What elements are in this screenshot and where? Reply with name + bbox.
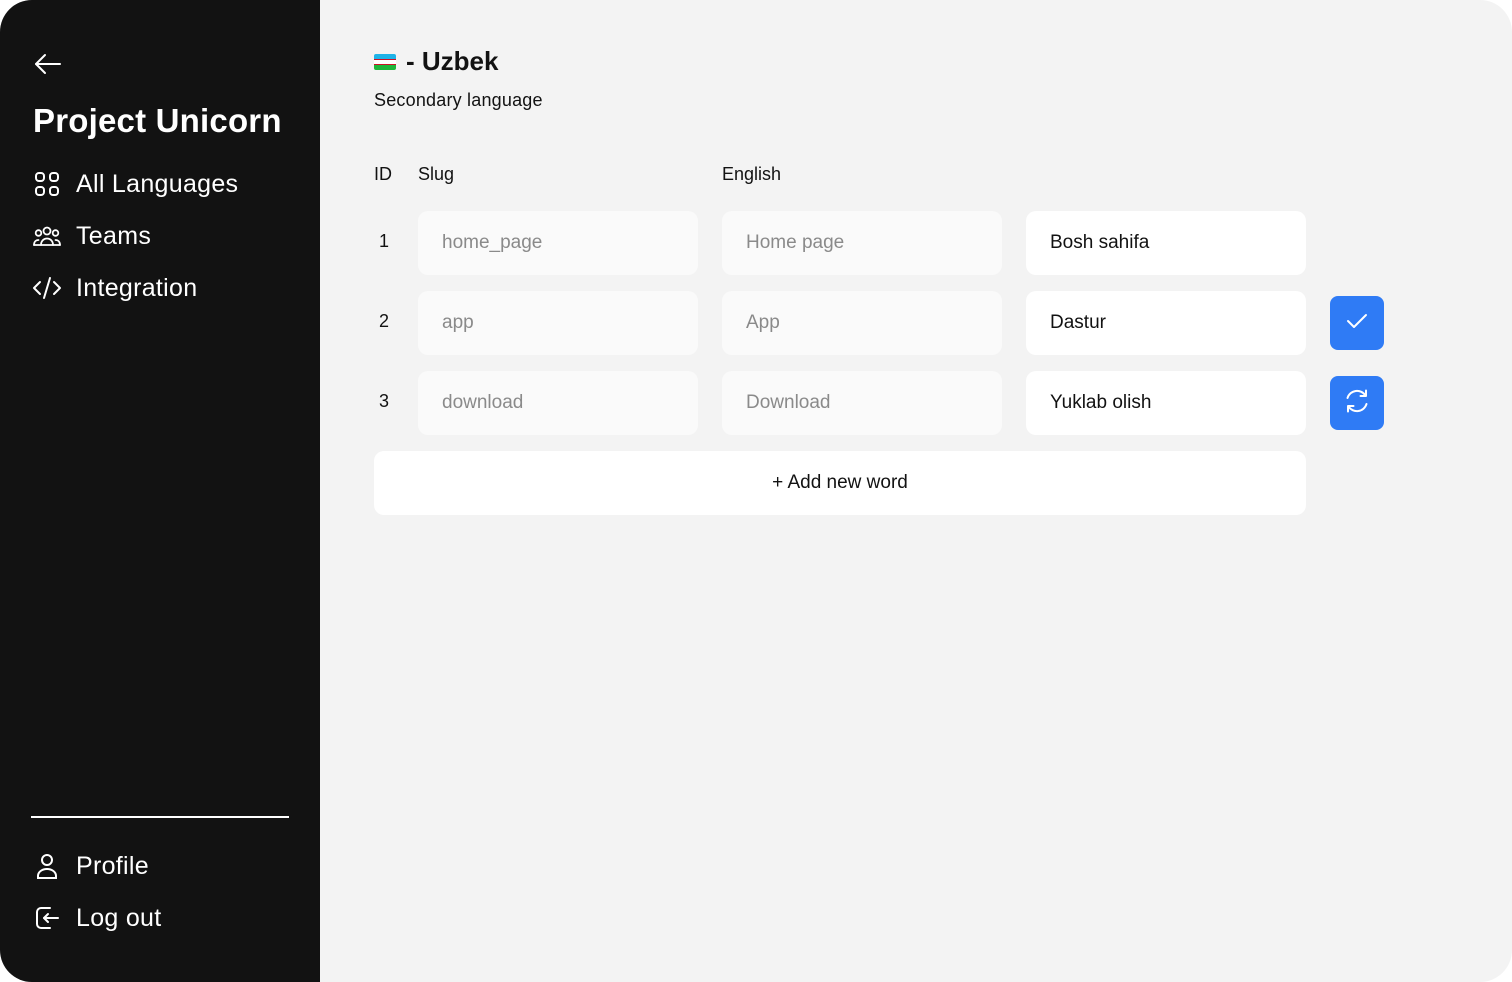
language-subtitle: Secondary language <box>374 90 543 110</box>
back-arrow-icon[interactable] <box>32 48 64 80</box>
column-header-english: English <box>722 164 782 184</box>
sidebar-item-label: Integration <box>76 273 198 302</box>
check-icon <box>1344 308 1370 339</box>
slug-field[interactable]: home_page <box>418 211 698 275</box>
sidebar-item-integration[interactable]: Integration <box>32 268 197 308</box>
uzbekistan-flag-icon <box>374 53 396 70</box>
grid-icon <box>32 169 62 199</box>
translation-input[interactable]: Dastur <box>1026 291 1306 355</box>
language-header: - Uzbek <box>374 46 498 77</box>
sidebar-item-label: Teams <box>76 221 152 250</box>
slug-field[interactable]: app <box>418 291 698 355</box>
main-content: - Uzbek Secondary language ID Slug Engli… <box>320 0 1512 982</box>
row-id: 3 <box>378 391 389 411</box>
row-id: 1 <box>378 231 389 251</box>
users-icon <box>32 221 62 251</box>
sidebar-item-label: Profile <box>76 851 149 880</box>
user-icon <box>32 851 62 881</box>
slug-field[interactable]: download <box>418 371 698 435</box>
sidebar-item-logout[interactable]: Log out <box>32 898 162 938</box>
column-header-slug: Slug <box>418 164 455 184</box>
translation-input[interactable]: Bosh sahifa <box>1026 211 1306 275</box>
sidebar-item-label: Log out <box>76 903 162 932</box>
english-field[interactable]: App <box>722 291 1002 355</box>
save-button[interactable] <box>1330 296 1384 350</box>
logout-icon <box>32 903 62 933</box>
sidebar-divider <box>31 816 289 818</box>
project-title: Project Unicorn <box>33 102 282 139</box>
column-header-id: ID <box>374 164 392 184</box>
sidebar-item-profile[interactable]: Profile <box>32 846 149 886</box>
sidebar-item-all-languages[interactable]: All Languages <box>32 164 238 204</box>
row-id: 2 <box>378 311 389 331</box>
translation-input[interactable]: Yuklab olish <box>1026 371 1306 435</box>
page-title: - Uzbek <box>406 46 499 76</box>
code-icon <box>32 273 62 303</box>
add-new-word-button[interactable]: + Add new word <box>374 451 1306 515</box>
refresh-button[interactable] <box>1330 376 1384 430</box>
english-field[interactable]: Download <box>722 371 1002 435</box>
english-field[interactable]: Home page <box>722 211 1002 275</box>
refresh-icon <box>1343 387 1371 420</box>
app-window: Project Unicorn All Languages Teams Inte… <box>0 0 1512 982</box>
sidebar: Project Unicorn All Languages Teams Inte… <box>0 0 320 982</box>
sidebar-item-label: All Languages <box>76 169 239 198</box>
sidebar-item-teams[interactable]: Teams <box>32 216 151 256</box>
